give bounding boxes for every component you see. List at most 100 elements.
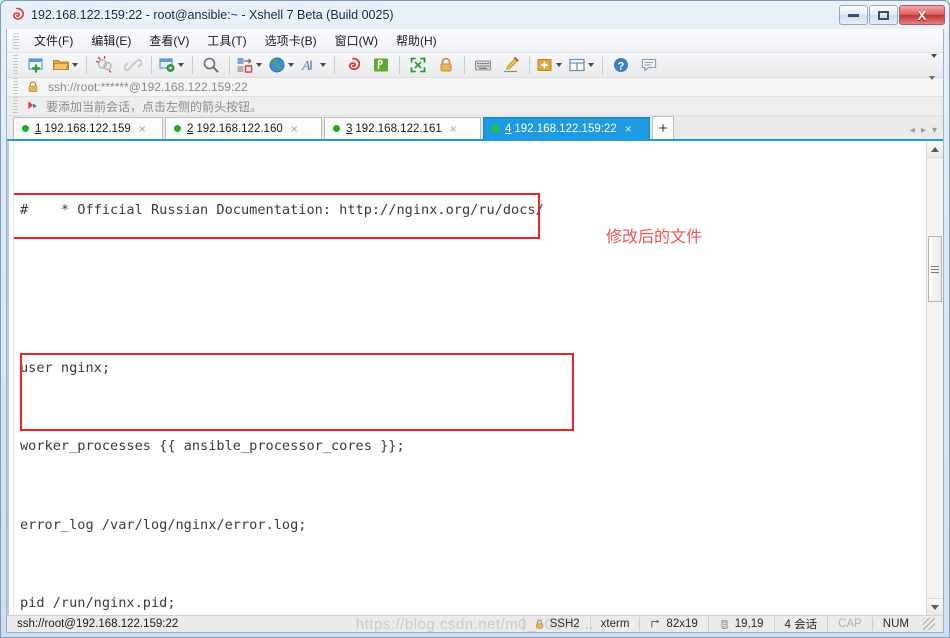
new-session-button[interactable] — [22, 53, 50, 77]
lock-icon — [535, 619, 543, 628]
keyboard-button[interactable] — [469, 53, 497, 77]
menu-file[interactable]: 文件(F) — [25, 29, 82, 52]
hint-text: 要添加当前会话，点击左侧的箭头按钮。 — [46, 99, 263, 114]
session-properties-button[interactable] — [156, 53, 188, 77]
font-chevron-down-icon[interactable] — [320, 63, 326, 67]
tab-1[interactable]: 1 192.168.122.159 × — [13, 117, 163, 139]
disconnect-icon — [96, 56, 112, 73]
scroll-down-button[interactable] — [927, 598, 943, 615]
tab-nav: ◂ ▸ ▾ — [910, 125, 937, 136]
status-cursor: 19,19 — [709, 618, 774, 630]
tab-label: 192.168.122.159:22 — [514, 122, 617, 135]
tab-2[interactable]: 2 192.168.122.160 × — [165, 117, 322, 139]
address-bar[interactable]: ssh://root:******@192.168.122.159:22 — [7, 76, 943, 97]
address-grip-handle[interactable] — [13, 78, 18, 96]
toolbar-separator — [602, 56, 603, 74]
new-tab-button[interactable]: + — [652, 116, 674, 139]
new-session-icon — [28, 58, 43, 73]
svg-text:A: A — [301, 59, 311, 74]
fullscreen-button[interactable] — [404, 53, 432, 77]
scroll-up-button[interactable] — [927, 141, 943, 158]
toolbar-grip-handle[interactable] — [13, 55, 18, 75]
xftp-button[interactable] — [367, 53, 395, 77]
add-folder-chevron-down-icon[interactable] — [556, 63, 562, 67]
tab-close-icon[interactable]: × — [625, 123, 632, 135]
menu-view[interactable]: 查看(V) — [140, 29, 198, 52]
terminal-line: user nginx; — [20, 359, 111, 376]
chevron-down-icon — [931, 604, 939, 610]
chat-icon — [641, 58, 657, 72]
font-button[interactable]: A — [298, 53, 330, 77]
menu-edit[interactable]: 编辑(E) — [82, 29, 140, 52]
menu-help[interactable]: 帮助(H) — [387, 29, 446, 52]
xshell-window: 192.168.122.159:22 - root@ansible:~ - Xs… — [0, 0, 950, 638]
transfer-chevron-down-icon[interactable] — [256, 63, 262, 67]
terminal-area: # * Official Russian Documentation: http… — [7, 139, 943, 615]
search-icon — [203, 57, 219, 73]
tab-number: 3 — [346, 122, 353, 135]
lock-button[interactable] — [432, 53, 460, 77]
disconnect-button[interactable] — [91, 53, 119, 77]
highlight-button[interactable] — [497, 53, 525, 77]
minimize-icon — [848, 13, 859, 17]
lock-icon — [28, 81, 38, 93]
session-properties-icon — [159, 58, 175, 72]
menu-window[interactable]: 窗口(W) — [326, 29, 387, 52]
toolbar: A ? — [7, 53, 943, 78]
web-button[interactable] — [266, 53, 298, 77]
help-button[interactable]: ? — [607, 53, 635, 77]
xshell-button[interactable] — [339, 53, 367, 77]
menu-tools[interactable]: 工具(T) — [198, 29, 255, 52]
find-button[interactable] — [197, 53, 225, 77]
globe-icon — [269, 57, 285, 73]
tab-nav-menu-icon[interactable]: ▾ — [932, 125, 937, 136]
maximize-button[interactable] — [869, 5, 898, 25]
terminal-scrollbar[interactable] — [926, 141, 943, 615]
pen-icon — [504, 57, 519, 73]
session-properties-chevron-down-icon[interactable] — [178, 63, 184, 67]
tab-4[interactable]: 4 192.168.122.159:22 × — [483, 117, 650, 139]
tab-close-icon[interactable]: × — [291, 123, 298, 135]
address-chevron-down-icon[interactable] — [929, 76, 935, 94]
terminal-output[interactable]: # * Official Russian Documentation: http… — [14, 141, 926, 615]
terminal-line: worker_processes {{ ansible_processor_co… — [20, 438, 405, 455]
menu-grip-handle[interactable] — [13, 32, 19, 49]
lock-icon — [440, 57, 452, 72]
tab-close-icon[interactable]: × — [139, 123, 146, 135]
tab-number: 1 — [35, 122, 42, 135]
toolbar-overflow-chevron-down-icon[interactable] — [931, 54, 937, 72]
window-title: 192.168.122.159:22 - root@ansible:~ - Xs… — [31, 8, 394, 22]
scrollbar-thumb[interactable] — [928, 236, 942, 302]
annotation-text: 修改后的文件 — [606, 227, 703, 246]
reconnect-button[interactable] — [119, 53, 147, 77]
tab-nav-prev-icon[interactable]: ◂ — [910, 125, 915, 136]
minimize-button[interactable] — [839, 5, 868, 25]
chat-button[interactable] — [635, 53, 663, 77]
resize-grip[interactable] — [923, 618, 935, 630]
web-chevron-down-icon[interactable] — [288, 63, 294, 67]
hint-grip-handle[interactable] — [13, 97, 18, 115]
tab-close-icon[interactable]: × — [450, 123, 457, 135]
toolbar-separator — [529, 56, 530, 74]
chevron-up-icon — [931, 146, 939, 152]
addfolder-icon — [537, 59, 552, 71]
add-folder-button[interactable] — [534, 53, 566, 77]
close-button[interactable]: X — [899, 5, 945, 25]
status-size: 82x19 — [640, 618, 707, 630]
open-session-button[interactable] — [50, 53, 82, 77]
layout-chevron-down-icon[interactable] — [588, 63, 594, 67]
layout-button[interactable] — [566, 53, 598, 77]
toolbar-separator — [334, 56, 335, 74]
title-bar[interactable]: 192.168.122.159:22 - root@ansible:~ - Xs… — [1, 1, 949, 29]
transfer-button[interactable] — [234, 53, 266, 77]
tab-3[interactable]: 3 192.168.122.161 × — [324, 117, 481, 139]
tab-nav-next-icon[interactable]: ▸ — [921, 125, 926, 136]
help-icon: ? — [614, 58, 628, 73]
status-protocol-label: SSH2 — [549, 618, 580, 630]
hint-bar: 要添加当前会话，点击左侧的箭头按钮。 — [7, 97, 943, 116]
open-session-chevron-down-icon[interactable] — [72, 63, 78, 67]
menu-tabs[interactable]: 选项卡(B) — [256, 29, 326, 52]
address-input[interactable]: ssh://root:******@192.168.122.159:22 — [48, 80, 248, 94]
tab-label: 192.168.122.161 — [355, 122, 442, 135]
maximize-icon — [878, 10, 889, 20]
